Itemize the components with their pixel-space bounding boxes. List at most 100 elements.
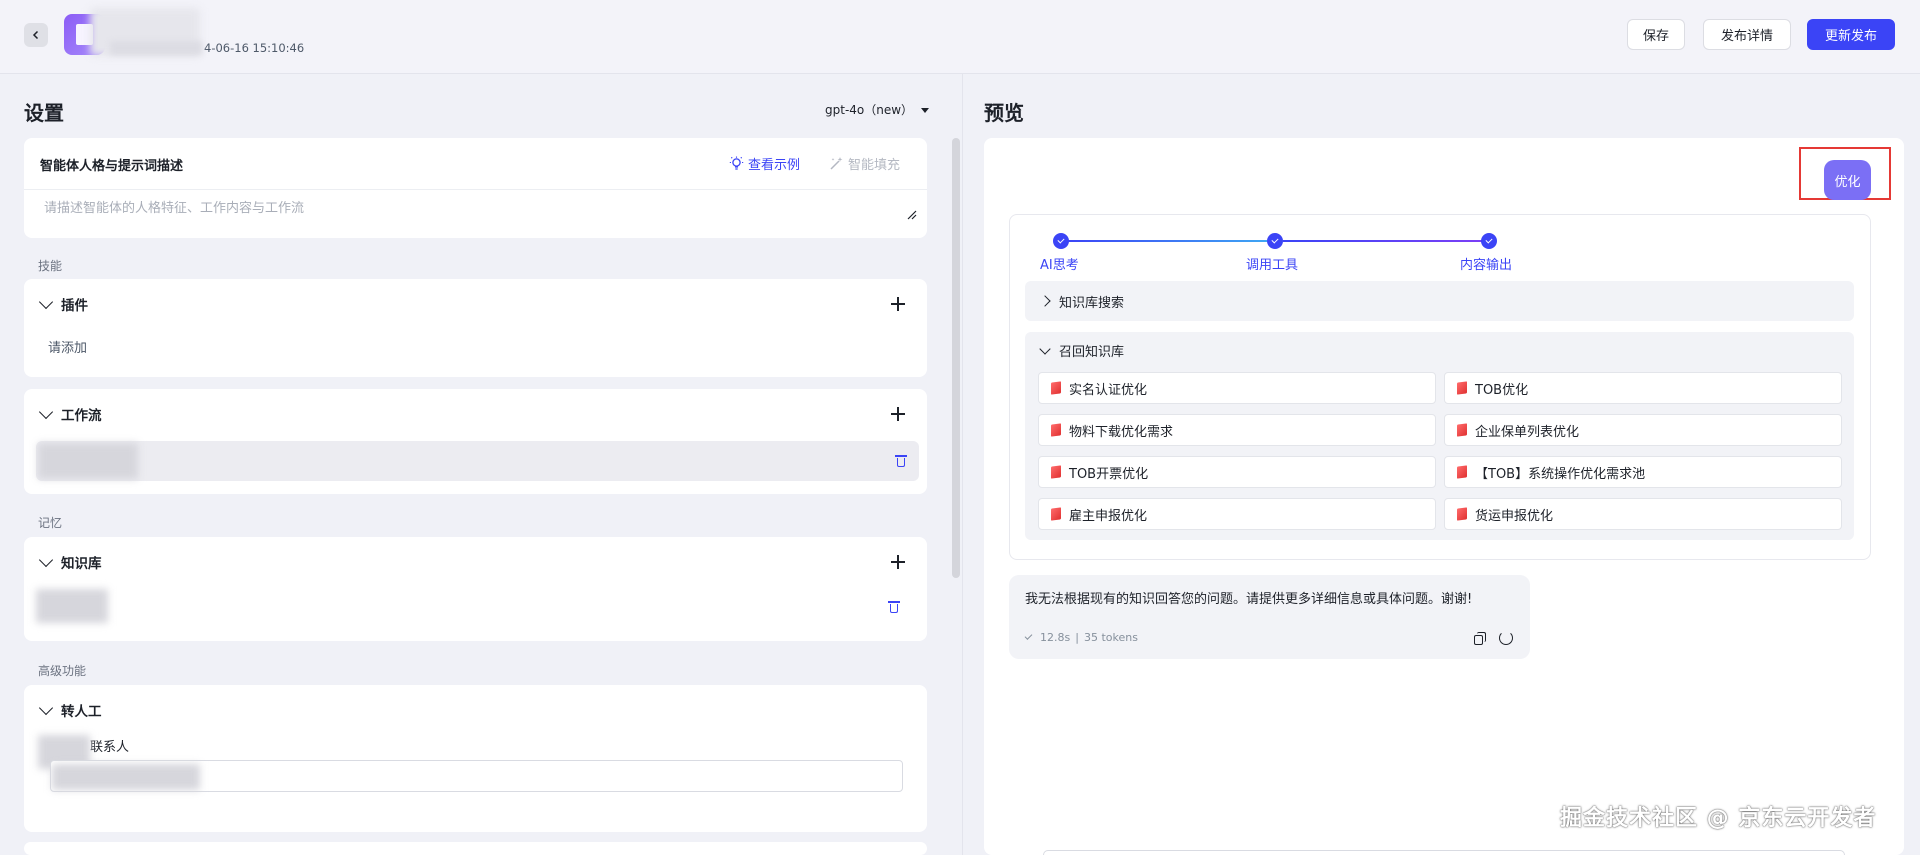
divider: [24, 189, 927, 190]
plugin-header[interactable]: 插件: [24, 279, 927, 329]
doc-title: 物料下载优化需求: [1069, 424, 1174, 440]
refresh-icon[interactable]: [1499, 631, 1513, 645]
answer-meta: 12.8s | 35 tokens: [1024, 631, 1138, 644]
chevron-down-icon: [38, 700, 54, 715]
doc-item[interactable]: 物料下载优化需求: [1038, 414, 1436, 446]
settings-title: 设置: [24, 101, 64, 125]
prompt-textarea[interactable]: 请描述智能体的人格特征、工作内容与工作流: [44, 197, 304, 216]
kb-search-section[interactable]: 知识库搜索: [1025, 281, 1854, 321]
smart-fill-link[interactable]: 智能填充: [829, 154, 900, 173]
chevron-left-icon: [32, 30, 39, 40]
doc-title: 货运申报优化: [1475, 508, 1554, 524]
meta-separator: |: [1075, 631, 1079, 644]
chevron-down-icon: [38, 294, 54, 309]
chevron-down-icon: [1039, 342, 1051, 355]
document-icon: [1051, 507, 1061, 521]
update-publish-button[interactable]: 更新发布: [1807, 19, 1895, 50]
prompt-title: 智能体人格与提示词描述: [40, 159, 184, 174]
document-icon: [1457, 381, 1467, 395]
doc-title: TOB优化: [1475, 382, 1529, 398]
workflow-title: 工作流: [61, 408, 102, 424]
doc-item[interactable]: 【TOB】系统操作优化需求池: [1444, 456, 1842, 488]
doc-title: 实名认证优化: [1069, 382, 1148, 398]
answer-text: 我无法根据现有的知识回答您的问题。请提供更多详细信息或具体问题。谢谢!: [1025, 592, 1473, 607]
document-icon: [1457, 423, 1467, 437]
chevron-down-icon: [38, 404, 54, 419]
contact-value-redacted: [52, 764, 200, 790]
answer-tokens: 35 tokens: [1083, 631, 1138, 644]
view-example-link[interactable]: 查看示例: [729, 154, 800, 173]
memory-label: 记忆: [38, 516, 63, 530]
kb-recall-label: 召回知识库: [1059, 345, 1125, 360]
trash-icon[interactable]: [888, 600, 900, 614]
publish-detail-button[interactable]: 发布详情: [1703, 19, 1791, 50]
answer-duration: 12.8s: [1040, 631, 1071, 644]
document-icon: [1051, 423, 1061, 437]
doc-item[interactable]: 企业保单列表优化: [1444, 414, 1842, 446]
doc-title: 企业保单列表优化: [1475, 424, 1580, 440]
workflow-name-redacted: [38, 443, 138, 479]
add-workflow-button[interactable]: [889, 405, 907, 423]
copy-icon[interactable]: [1474, 632, 1487, 645]
workflow-header[interactable]: 工作流: [24, 389, 927, 439]
chevron-down-icon: [38, 552, 54, 567]
preview-title: 预览: [984, 101, 1024, 125]
panel-divider: [962, 74, 963, 855]
doc-item[interactable]: 实名认证优化: [1038, 372, 1436, 404]
step-check-icon: [1267, 233, 1283, 249]
update-time: 4-06-16 15:10:46: [204, 41, 305, 55]
step-check-icon: [1481, 233, 1497, 249]
advanced-label: 高级功能: [38, 664, 87, 678]
meta-redacted: [110, 41, 202, 55]
plugin-title: 插件: [61, 298, 88, 314]
lightbulb-icon: [729, 156, 744, 170]
optimize-button[interactable]: 优化: [1824, 160, 1871, 200]
top-header: 4-06-16 15:10:46 保存 发布详情 更新发布: [0, 0, 1920, 74]
chat-input-edge[interactable]: [1043, 850, 1845, 855]
add-knowledge-button[interactable]: [889, 553, 907, 571]
document-icon: [1457, 507, 1467, 521]
prompt-card: 智能体人格与提示词描述 查看示例 智能填充 请描述智能体的人格特征、工作内容与工…: [24, 138, 927, 238]
doc-item[interactable]: 雇主申报优化: [1038, 498, 1436, 530]
step-check-icon: [1053, 233, 1069, 249]
knowledge-card: 知识库: [24, 537, 927, 641]
knowledge-header[interactable]: 知识库: [24, 537, 927, 587]
save-button[interactable]: 保存: [1627, 19, 1685, 50]
doc-title: 雇主申报优化: [1069, 508, 1148, 524]
kb-recall-header[interactable]: 召回知识库: [1039, 341, 1125, 360]
skills-label: 技能: [38, 259, 63, 273]
handoff-title: 转人工: [61, 704, 102, 720]
kb-recall-section: 召回知识库 实名认证优化 TOB优化 物料下载优化需求 企业保单列表优化 TOB…: [1025, 332, 1854, 540]
chevron-right-icon: [1039, 295, 1051, 307]
doc-item[interactable]: 货运申报优化: [1444, 498, 1842, 530]
doc-title: 【TOB】系统操作优化需求池: [1475, 466, 1646, 482]
watermark: 掘金技术社区 @ 京东云开发者: [1560, 806, 1877, 831]
doc-item[interactable]: TOB开票优化: [1038, 456, 1436, 488]
back-button[interactable]: [24, 23, 48, 47]
settings-scrollbar[interactable]: [952, 138, 960, 578]
workflow-card: 工作流: [24, 389, 927, 494]
step-connector: [1283, 240, 1483, 242]
doc-title: TOB开票优化: [1069, 466, 1149, 482]
workflow-item[interactable]: [36, 441, 919, 481]
handoff-header[interactable]: 转人工: [24, 685, 927, 735]
document-icon: [1051, 381, 1061, 395]
view-example-label: 查看示例: [748, 158, 801, 173]
check-icon: [1024, 632, 1033, 640]
app-meta: 4-06-16 15:10:46: [110, 41, 304, 55]
step-label: 调用工具: [1246, 258, 1299, 273]
plugin-card: 插件 请添加: [24, 279, 927, 377]
document-icon: [1457, 465, 1467, 479]
magic-wand-icon: [830, 157, 843, 170]
add-plugin-button[interactable]: [889, 295, 907, 313]
step-label: 内容输出: [1460, 258, 1513, 273]
smart-fill-label: 智能填充: [848, 158, 901, 173]
resize-handle-icon[interactable]: [905, 208, 917, 220]
model-name: gpt-4o（new）: [825, 103, 914, 117]
doc-item[interactable]: TOB优化: [1444, 372, 1842, 404]
contact-label: 联系人: [90, 740, 130, 755]
step-label: AI思考: [1040, 258, 1079, 273]
model-select[interactable]: gpt-4o（new）: [825, 101, 930, 118]
kb-search-label: 知识库搜索: [1059, 295, 1125, 311]
trash-icon[interactable]: [895, 454, 907, 468]
